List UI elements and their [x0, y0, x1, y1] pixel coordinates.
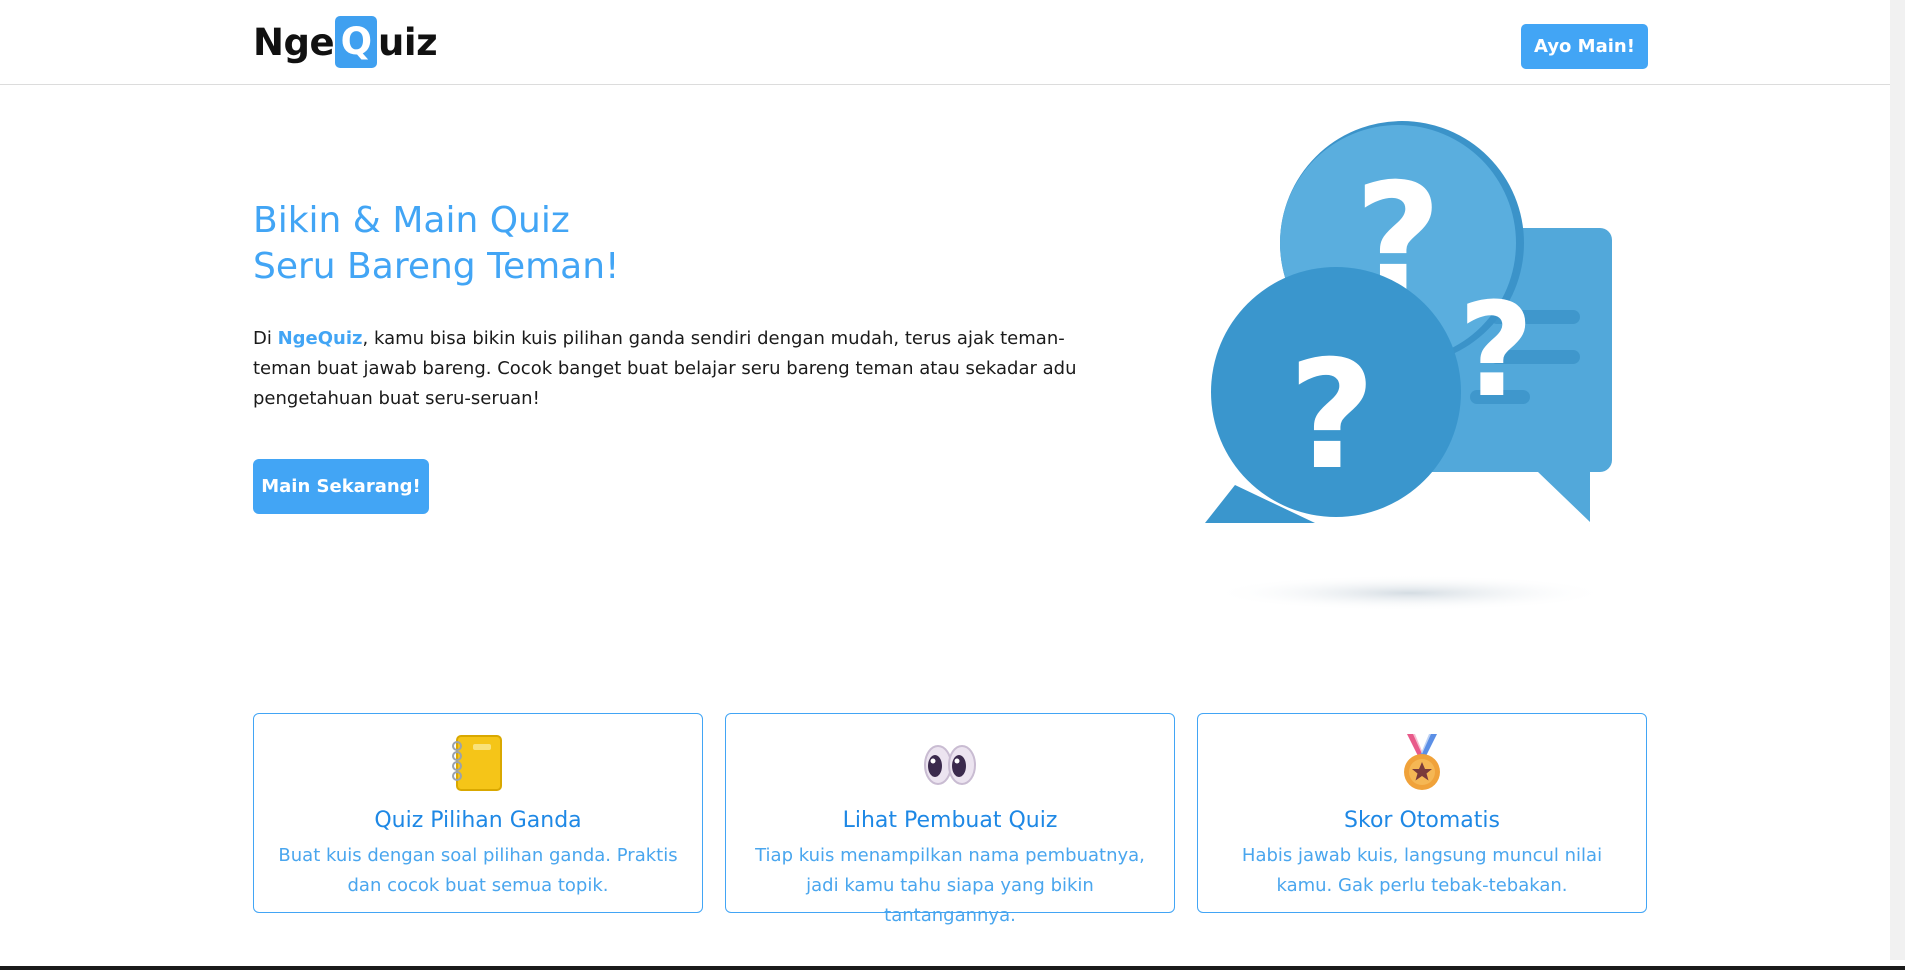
feature-description: Habis jawab kuis, langsung muncul nilai …: [1241, 845, 1603, 896]
feature-title: Quiz Pilihan Ganda: [374, 808, 582, 833]
hero-desc-brand: NgeQuiz: [277, 328, 363, 349]
features-section: Quiz Pilihan Ganda Buat kuis dengan soal…: [253, 713, 1649, 926]
feature-description: Buat kuis dengan soal pilihan ganda. Pra…: [278, 845, 678, 896]
notebook-icon: [452, 735, 502, 791]
hero-desc-prefix: Di: [253, 328, 278, 349]
hero-title: Bikin & Main Quiz Seru Bareng Teman!: [253, 198, 620, 290]
logo[interactable]: Nge Quiz: [253, 16, 438, 68]
feature-title: Skor Otomatis: [1344, 808, 1500, 833]
logo-prefix: Nge: [253, 20, 335, 64]
hero-description: Di NgeQuiz, kamu bisa bikin kuis pilihan…: [253, 324, 1103, 414]
hero-title-line1: Bikin & Main Quiz: [253, 200, 570, 241]
question-bubbles-icon: ? ? ?: [1205, 121, 1612, 611]
eyes-icon: [924, 745, 976, 785]
feature-card-quiz-pilihan-ganda: Quiz Pilihan Ganda Buat kuis dengan soal…: [253, 713, 703, 913]
feature-title: Lihat Pembuat Quiz: [842, 808, 1058, 833]
svg-text:?: ?: [1458, 274, 1533, 426]
medal-icon: [1404, 734, 1440, 790]
logo-q-badge: Q: [335, 16, 378, 68]
feature-card-lihat-pembuat-quiz: Lihat Pembuat Quiz Tiap kuis menampilkan…: [725, 713, 1175, 926]
navbar: Nge Quiz Ayo Main!: [0, 0, 1890, 85]
main-sekarang-button[interactable]: Main Sekarang!: [253, 459, 429, 514]
page-scrollbar[interactable]: [1890, 0, 1905, 960]
logo-suffix: uiz: [378, 20, 438, 64]
scrollbar-thumb[interactable]: [1894, 0, 1901, 960]
hero-title-line2: Seru Bareng Teman!: [253, 246, 620, 287]
bottom-divider: [0, 966, 1905, 970]
feature-description: Tiap kuis menampilkan nama pembuatnya, j…: [755, 845, 1145, 926]
ayo-main-button[interactable]: Ayo Main!: [1521, 24, 1648, 69]
feature-card-skor-otomatis: Skor Otomatis Habis jawab kuis, langsung…: [1197, 713, 1647, 913]
svg-text:?: ?: [1288, 329, 1375, 503]
hero-desc-rest: , kamu bisa bikin kuis pilihan ganda sen…: [253, 328, 1077, 409]
